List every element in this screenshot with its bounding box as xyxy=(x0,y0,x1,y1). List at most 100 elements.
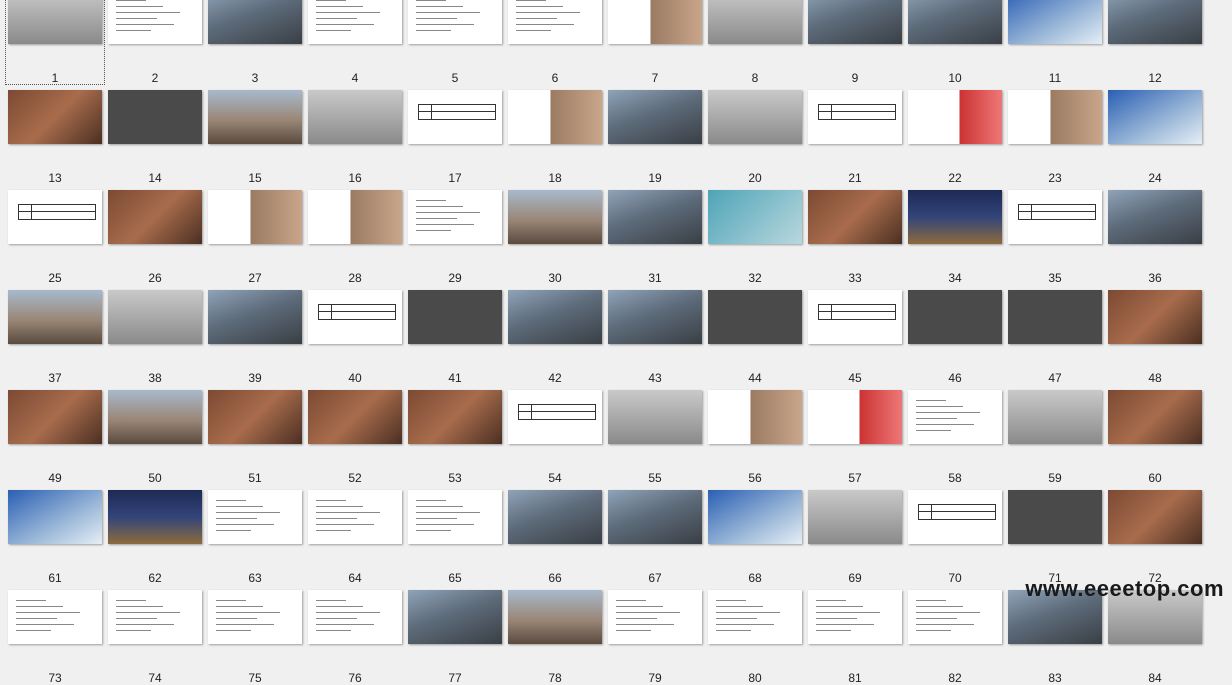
slide-thumbnail[interactable] xyxy=(108,590,202,644)
slide-thumbnail[interactable] xyxy=(308,90,402,144)
slide-thumbnail[interactable] xyxy=(508,290,602,344)
slide-thumbnail[interactable] xyxy=(708,90,802,144)
slide-thumbnail[interactable] xyxy=(908,590,1002,644)
slide-thumbnail[interactable] xyxy=(8,390,102,444)
slide-thumbnail[interactable] xyxy=(1108,190,1202,244)
slide-thumbnail[interactable] xyxy=(308,490,402,544)
slide-thumbnail[interactable] xyxy=(1008,0,1102,44)
slide-thumbnail[interactable] xyxy=(208,490,302,544)
text-line-graphic xyxy=(316,0,346,1)
slide-thumbnail[interactable] xyxy=(908,0,1002,44)
slide-thumbnail[interactable] xyxy=(708,390,802,444)
slide-thumbnail[interactable] xyxy=(208,90,302,144)
slide-thumbnail[interactable] xyxy=(1008,390,1102,444)
slide-thumbnail[interactable] xyxy=(308,0,402,44)
slide-thumbnail[interactable] xyxy=(108,90,202,144)
slide-thumbnail[interactable] xyxy=(208,390,302,444)
slide-thumbnail[interactable] xyxy=(8,0,102,44)
slide-number: 75 xyxy=(248,671,262,685)
slide-thumbnail[interactable] xyxy=(508,590,602,644)
text-line-graphic xyxy=(916,418,957,419)
slide-thumbnail[interactable] xyxy=(508,490,602,544)
slide-thumbnail[interactable] xyxy=(1008,90,1102,144)
slide-thumbnail[interactable] xyxy=(808,290,902,344)
text-line-graphic xyxy=(116,612,180,613)
slide-thumbnail[interactable] xyxy=(608,490,702,544)
slide-thumbnail[interactable] xyxy=(708,590,802,644)
slide-thumbnail[interactable] xyxy=(8,490,102,544)
slide-thumbnail[interactable] xyxy=(208,0,302,44)
slide-thumbnail[interactable] xyxy=(408,190,502,244)
slide-thumbnail[interactable] xyxy=(708,0,802,44)
slide-number: 53 xyxy=(448,471,462,485)
slide-thumbnail[interactable] xyxy=(808,490,902,544)
slide-number: 67 xyxy=(648,571,662,585)
text-line-graphic xyxy=(716,624,774,625)
slide-thumbnail[interactable] xyxy=(208,190,302,244)
table-graphic xyxy=(518,404,596,420)
slide-thumbnail[interactable] xyxy=(8,290,102,344)
slide-thumbnail[interactable] xyxy=(908,190,1002,244)
slide-thumbnail[interactable] xyxy=(108,190,202,244)
slide-thumbnail[interactable] xyxy=(408,290,502,344)
slide-thumbnail[interactable] xyxy=(108,0,202,44)
slide-thumbnail[interactable] xyxy=(908,390,1002,444)
slide-thumbnail[interactable] xyxy=(108,290,202,344)
slide-thumbnail[interactable] xyxy=(408,0,502,44)
slide-thumbnail[interactable] xyxy=(508,390,602,444)
text-line-graphic xyxy=(516,0,546,1)
text-line-graphic xyxy=(616,600,646,601)
slide-thumbnail[interactable] xyxy=(508,0,602,44)
slide-thumbnail[interactable] xyxy=(1008,290,1102,344)
slide-thumbnail[interactable] xyxy=(808,90,902,144)
slide-thumbnail[interactable] xyxy=(608,0,702,44)
slide-thumbnail[interactable] xyxy=(1108,390,1202,444)
slide-thumbnail[interactable] xyxy=(908,490,1002,544)
slide-thumbnail[interactable] xyxy=(908,290,1002,344)
slide-thumbnail[interactable] xyxy=(608,590,702,644)
slide-thumbnail[interactable] xyxy=(508,90,602,144)
text-line-graphic xyxy=(16,624,74,625)
slide-thumbnail[interactable] xyxy=(708,190,802,244)
text-line-graphic xyxy=(16,606,63,607)
slide-thumbnail[interactable] xyxy=(1008,490,1102,544)
slide-thumbnail[interactable] xyxy=(908,90,1002,144)
table-graphic xyxy=(318,304,396,320)
slide-thumbnail[interactable] xyxy=(8,90,102,144)
slide-thumbnail[interactable] xyxy=(1108,0,1202,44)
text-line-graphic xyxy=(916,400,946,401)
text-line-graphic xyxy=(516,30,551,31)
slide-thumbnail[interactable] xyxy=(508,190,602,244)
slide-thumbnail[interactable] xyxy=(1008,190,1102,244)
slide-thumbnail[interactable] xyxy=(1108,90,1202,144)
slide-thumbnail[interactable] xyxy=(408,390,502,444)
slide-thumbnail[interactable] xyxy=(208,590,302,644)
slide-thumbnail[interactable] xyxy=(8,590,102,644)
slide-thumbnail[interactable] xyxy=(1108,490,1202,544)
slide-thumbnail[interactable] xyxy=(308,390,402,444)
slide-thumbnail[interactable] xyxy=(808,0,902,44)
slide-number: 24 xyxy=(1148,171,1162,185)
slide-thumbnail[interactable] xyxy=(8,190,102,244)
text-line-graphic xyxy=(916,624,974,625)
slide-thumbnail[interactable] xyxy=(808,190,902,244)
slide-thumbnail[interactable] xyxy=(108,490,202,544)
slide-thumbnail[interactable] xyxy=(808,390,902,444)
slide-thumbnail[interactable] xyxy=(1108,290,1202,344)
slide-thumbnail[interactable] xyxy=(708,290,802,344)
slide-thumbnail[interactable] xyxy=(408,490,502,544)
slide-thumbnail[interactable] xyxy=(608,290,702,344)
slide-thumbnail[interactable] xyxy=(608,190,702,244)
slide-thumbnail[interactable] xyxy=(308,590,402,644)
slide-thumbnail[interactable] xyxy=(308,290,402,344)
slide-thumbnail[interactable] xyxy=(408,90,502,144)
slide-number: 38 xyxy=(148,371,162,385)
slide-thumbnail[interactable] xyxy=(608,390,702,444)
slide-thumbnail[interactable] xyxy=(308,190,402,244)
slide-thumbnail[interactable] xyxy=(708,490,802,544)
slide-thumbnail[interactable] xyxy=(408,590,502,644)
slide-thumbnail[interactable] xyxy=(108,390,202,444)
slide-thumbnail[interactable] xyxy=(808,590,902,644)
slide-thumbnail[interactable] xyxy=(608,90,702,144)
slide-thumbnail[interactable] xyxy=(208,290,302,344)
